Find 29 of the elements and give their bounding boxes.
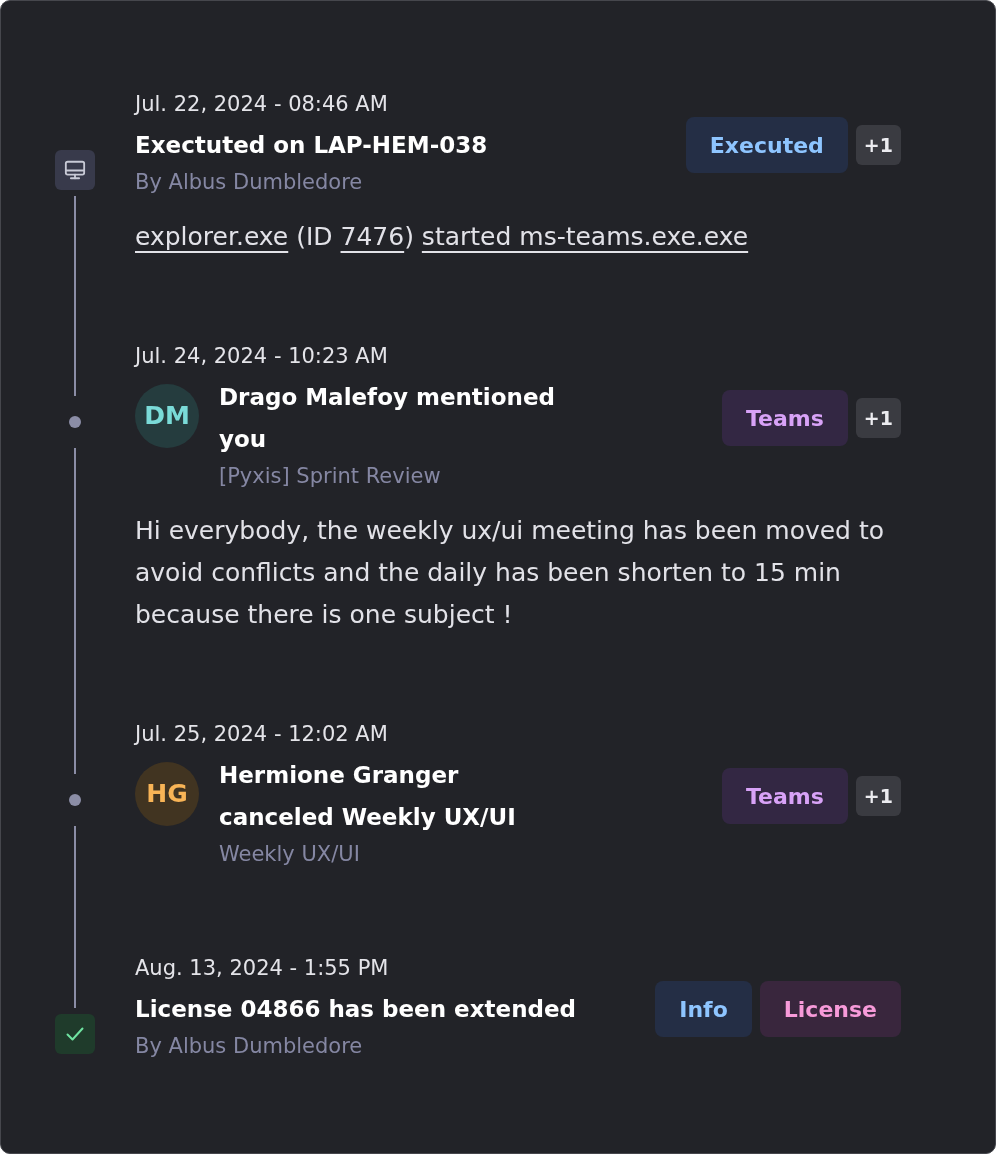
event-date: Jul. 22, 2024 - 08:46 AM xyxy=(135,91,389,118)
event-subtitle: By Albus Dumbledore xyxy=(135,1033,364,1060)
event-title: Hermione Granger canceled Weekly UX/UI xyxy=(219,761,517,832)
event-title: Exectuted on LAP-HEM-038 xyxy=(135,131,488,160)
link[interactable]: explorer.exe xyxy=(135,222,289,251)
more-tags-count: +1 xyxy=(855,398,901,438)
event-date: Aug. 13, 2024 - 1:55 PM xyxy=(135,955,390,982)
more-tags-count: +1 xyxy=(855,776,901,816)
link[interactable]: 7476 xyxy=(340,222,405,251)
event-description: Hi everybody, the weekly ux/ui meeting has been moved to avoid conflicts and the daily has been shorten to 15 min because there is one subject ! xyxy=(135,515,885,631)
more-tags-count: +1 xyxy=(855,125,901,165)
avatar: HG xyxy=(135,762,199,826)
event-subtitle: [Pyxis] Sprint Review xyxy=(219,463,442,490)
event-title: License 04866 has been extended xyxy=(135,995,577,1024)
event-subtitle: Weekly UX/UI xyxy=(219,841,361,868)
monitor-icon xyxy=(55,150,95,190)
event-date: Jul. 25, 2024 - 12:02 AM xyxy=(135,721,389,748)
event-date: Jul. 24, 2024 - 10:23 AM xyxy=(135,343,389,370)
event-subtitle: By Albus Dumbledore xyxy=(135,169,364,196)
link[interactable]: started ms-teams.exe.exe xyxy=(421,222,749,251)
check-icon xyxy=(55,1014,95,1054)
category-tag: Executed xyxy=(685,117,848,173)
category-tag: Teams xyxy=(722,768,848,824)
event-description: explorer.exe (ID 7476) started ms-teams.exe.exe xyxy=(135,221,750,253)
event-title: Drago Malefoy mentioned you xyxy=(219,383,556,454)
avatar: DM xyxy=(135,384,199,448)
category-tag: License xyxy=(759,981,901,1037)
category-tag: Info xyxy=(655,981,752,1037)
category-tag: Teams xyxy=(722,390,848,446)
